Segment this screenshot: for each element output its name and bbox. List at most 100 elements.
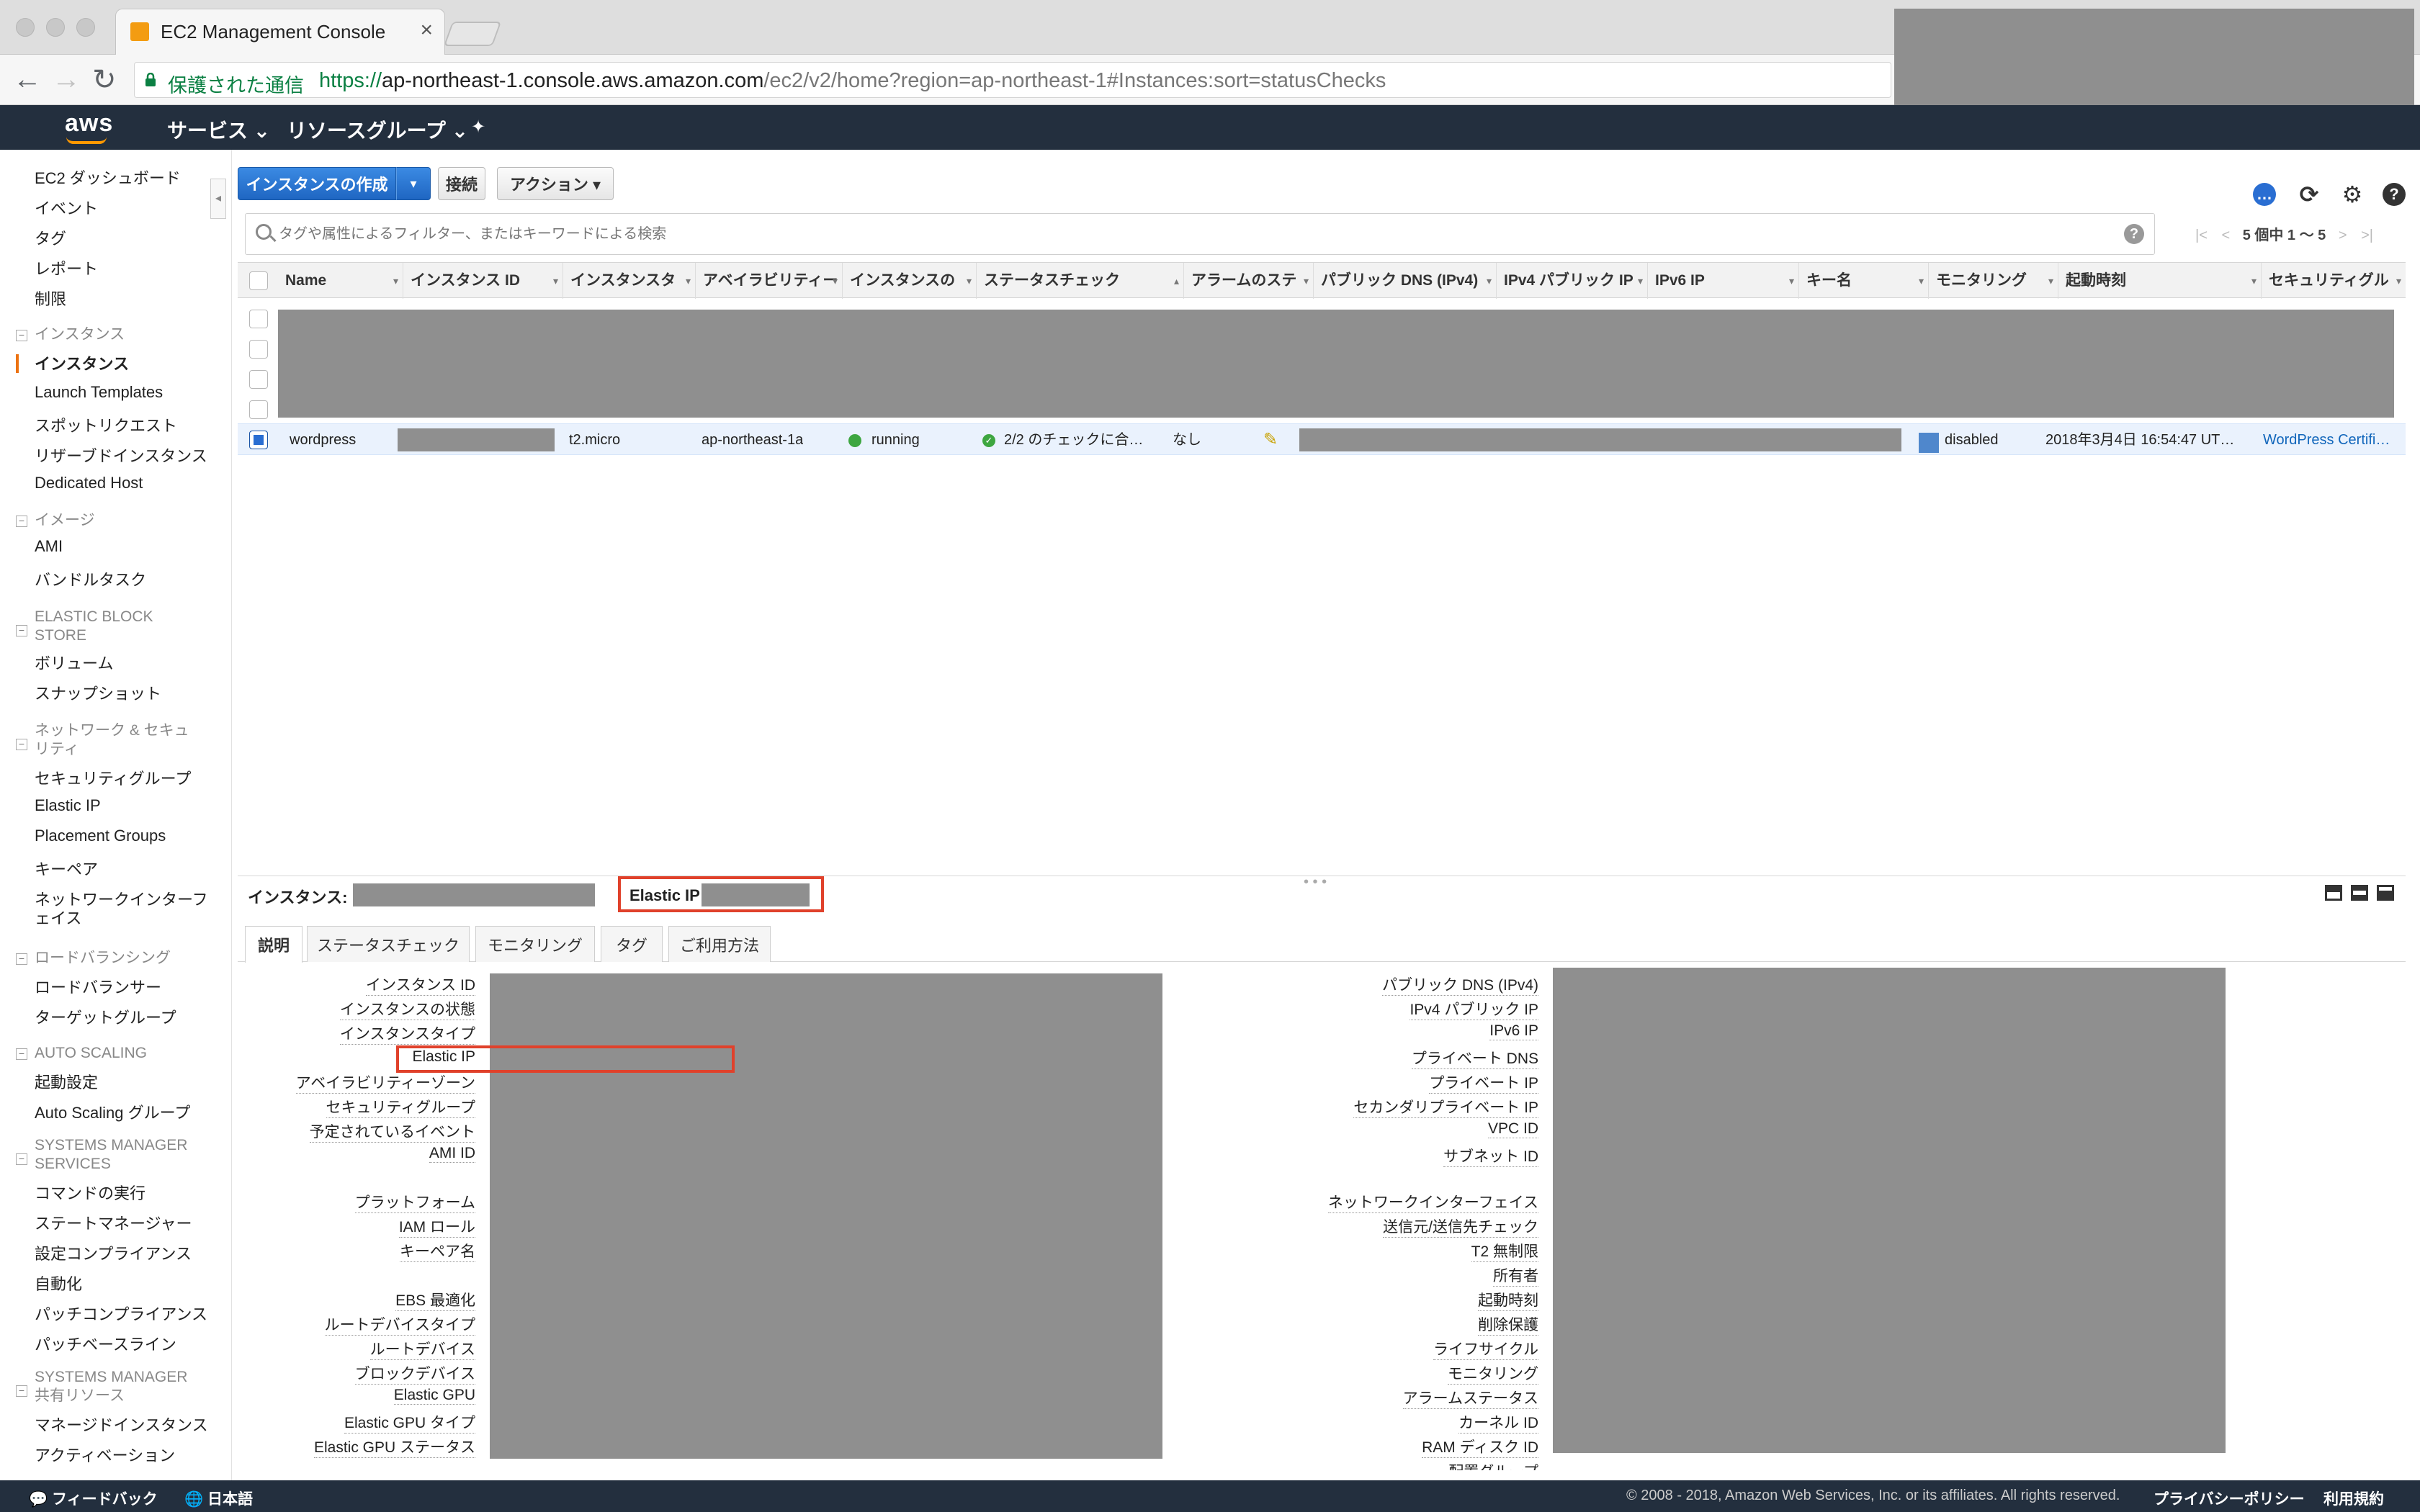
row-checkbox[interactable] bbox=[249, 340, 268, 359]
collapse-icon[interactable]: − bbox=[16, 516, 27, 527]
browser-tab[interactable]: EC2 Management Console × bbox=[115, 9, 445, 55]
sidebar-item-dedicated-host[interactable]: Dedicated Host bbox=[35, 474, 143, 492]
feedback-link[interactable]: 💬 フィードバック bbox=[29, 1488, 158, 1509]
sidebar-item-events[interactable]: イベント bbox=[35, 196, 98, 219]
sidebar-section-ebs-line2[interactable]: STORE bbox=[35, 626, 86, 645]
sidebar-section-auto-scaling[interactable]: AUTO SCALING bbox=[35, 1044, 147, 1063]
sidebar-section-network-line2[interactable]: リティ bbox=[35, 740, 79, 759]
collapse-icon[interactable]: − bbox=[16, 330, 27, 341]
sidebar-item-ec2-dashboard[interactable]: EC2 ダッシュボード bbox=[35, 166, 181, 189]
row-checkbox-checked[interactable] bbox=[249, 431, 268, 449]
collapse-icon[interactable]: − bbox=[16, 625, 27, 636]
sidebar-item-elastic-ip[interactable]: Elastic IP bbox=[35, 796, 101, 815]
sidebar-section-ssm-shared-line2[interactable]: 共有リソース bbox=[35, 1387, 125, 1405]
language-selector[interactable]: 🌐 日本語 bbox=[184, 1488, 253, 1509]
col-security-groups[interactable]: セキュリティグル ▾ bbox=[2262, 263, 2406, 299]
sidebar-item-launch-configurations[interactable]: 起動設定 bbox=[35, 1070, 98, 1093]
sidebar-item-ami[interactable]: AMI bbox=[35, 537, 63, 556]
privacy-policy-link[interactable]: プライバシーポリシー bbox=[2154, 1488, 2305, 1509]
col-launch-time[interactable]: 起動時刻 ▾ bbox=[2058, 263, 2262, 299]
help-icon[interactable]: ? bbox=[2383, 183, 2406, 206]
reload-icon[interactable]: ↻ bbox=[92, 63, 117, 96]
col-monitoring[interactable]: モニタリング ▾ bbox=[1929, 263, 2058, 299]
table-row-selected[interactable]: wordpress t2.micro ap-northeast-1a runni… bbox=[238, 423, 2406, 455]
filter-input[interactable] bbox=[277, 220, 2078, 248]
sidebar-section-load-balancing[interactable]: ロードバランシング bbox=[35, 949, 171, 968]
sidebar-section-ssm-line1[interactable]: SYSTEMS MANAGER bbox=[35, 1136, 187, 1155]
sidebar-item-activations[interactable]: アクティベーション bbox=[35, 1443, 175, 1466]
layout-split-icon[interactable] bbox=[2351, 885, 2368, 901]
tab-usage[interactable]: ご利用方法 bbox=[668, 926, 771, 962]
gear-icon[interactable]: ⚙ bbox=[2341, 181, 2364, 207]
sidebar-item-key-pairs[interactable]: キーペア bbox=[35, 857, 98, 880]
url-field[interactable]: 保護された通信 https://ap-northeast-1.console.a… bbox=[134, 62, 1891, 98]
layout-bottom-icon[interactable] bbox=[2325, 885, 2342, 901]
col-instance-id[interactable]: インスタンス ID ▾ bbox=[403, 263, 563, 299]
sidebar-item-instances[interactable]: インスタンス bbox=[35, 351, 129, 374]
sidebar-item-managed-instances[interactable]: マネージドインスタンス bbox=[35, 1413, 208, 1436]
sidebar-item-load-balancers[interactable]: ロードバランサー bbox=[35, 975, 161, 998]
launch-instance-button[interactable]: インスタンスの作成 bbox=[238, 167, 396, 200]
col-status-checks[interactable]: ステータスチェック ▴ bbox=[977, 263, 1184, 299]
col-alarm-status[interactable]: アラームのステ ▾ bbox=[1184, 263, 1314, 299]
cell-security-group-link[interactable]: WordPress Certifi… bbox=[2263, 424, 2404, 456]
back-icon[interactable]: ← bbox=[13, 63, 42, 96]
col-public-dns[interactable]: パブリック DNS (IPv4) ▾ bbox=[1314, 263, 1497, 299]
col-name[interactable]: Name ▾ bbox=[278, 263, 403, 299]
filter-help-icon[interactable]: ? bbox=[2124, 224, 2144, 244]
chat-icon[interactable]: … bbox=[2253, 183, 2276, 206]
sidebar-item-state-manager[interactable]: ステートマネージャー bbox=[35, 1211, 192, 1234]
tab-close-icon[interactable]: × bbox=[420, 18, 433, 42]
collapse-icon[interactable]: − bbox=[16, 739, 27, 750]
first-page-icon[interactable]: |< bbox=[2195, 228, 2208, 243]
sidebar-section-instances[interactable]: インスタンス bbox=[35, 325, 125, 344]
sidebar-item-run-command[interactable]: コマンドの実行 bbox=[35, 1181, 145, 1204]
sidebar-item-reports[interactable]: レポート bbox=[35, 256, 98, 279]
row-checkbox[interactable] bbox=[249, 310, 268, 328]
sidebar-item-tags[interactable]: タグ bbox=[35, 226, 66, 249]
sidebar-item-reserved-instances[interactable]: リザーブドインスタンス bbox=[35, 444, 207, 467]
last-page-icon[interactable]: >| bbox=[2361, 228, 2373, 243]
actions-button[interactable]: アクション ▾ bbox=[497, 167, 614, 200]
col-instance-type[interactable]: インスタンスタ ▾ bbox=[563, 263, 696, 299]
forward-icon[interactable]: → bbox=[52, 63, 81, 96]
sidebar-item-launch-templates[interactable]: Launch Templates bbox=[35, 383, 163, 402]
prev-page-icon[interactable]: < bbox=[2221, 228, 2230, 243]
refresh-icon[interactable]: ⟳ bbox=[2298, 181, 2321, 207]
sidebar-item-network-interfaces-cont[interactable]: ェイス bbox=[35, 906, 81, 929]
services-menu[interactable]: サービス ⌄ bbox=[167, 115, 270, 144]
col-public-ip[interactable]: IPv4 パブリック IP ▾ bbox=[1497, 263, 1648, 299]
create-alarm-icon[interactable]: ✎ bbox=[1263, 424, 1278, 456]
pin-icon[interactable]: ✦ bbox=[471, 117, 485, 138]
col-ipv6-ip[interactable]: IPv6 IP ▾ bbox=[1648, 263, 1799, 299]
col-key-name[interactable]: キー名 ▾ bbox=[1799, 263, 1929, 299]
sidebar-item-volumes[interactable]: ボリューム bbox=[35, 651, 113, 674]
sidebar-item-limits[interactable]: 制限 bbox=[35, 287, 66, 310]
sidebar-item-patch-baselines[interactable]: パッチベースライン bbox=[35, 1332, 176, 1355]
connect-button[interactable]: 接続 bbox=[438, 167, 485, 200]
collapse-icon[interactable]: − bbox=[16, 1048, 27, 1060]
sidebar-section-ebs-line1[interactable]: ELASTIC BLOCK bbox=[35, 608, 153, 626]
sidebar-item-security-groups[interactable]: セキュリティグループ bbox=[35, 766, 191, 789]
tab-monitoring[interactable]: モニタリング bbox=[475, 926, 595, 962]
tab-status-checks[interactable]: ステータスチェック bbox=[307, 926, 470, 962]
sidebar-item-placement-groups[interactable]: Placement Groups bbox=[35, 827, 166, 845]
collapse-icon[interactable]: − bbox=[16, 1153, 27, 1165]
sidebar-collapse-toggle[interactable]: ◂ bbox=[210, 179, 226, 219]
layout-top-icon[interactable] bbox=[2377, 885, 2394, 901]
sidebar-item-patch-compliance[interactable]: パッチコンプライアンス bbox=[35, 1302, 207, 1325]
window-zoom-button[interactable] bbox=[76, 18, 95, 37]
sidebar-item-spot-requests[interactable]: スポットリクエスト bbox=[35, 413, 177, 436]
col-instance-state[interactable]: インスタンスの ▾ bbox=[843, 263, 977, 299]
row-checkbox[interactable] bbox=[249, 370, 268, 389]
new-tab-button[interactable] bbox=[443, 22, 502, 46]
collapse-icon[interactable]: − bbox=[16, 1385, 27, 1397]
window-minimize-button[interactable] bbox=[46, 18, 65, 37]
terms-link[interactable]: 利用規約 bbox=[2323, 1488, 2384, 1509]
select-all-checkbox[interactable] bbox=[249, 271, 268, 290]
sidebar-item-bundle-tasks[interactable]: バンドルタスク bbox=[35, 567, 146, 590]
sidebar-item-automation[interactable]: 自動化 bbox=[35, 1272, 82, 1295]
sidebar-section-ssm-shared-line1[interactable]: SYSTEMS MANAGER bbox=[35, 1368, 187, 1387]
sidebar-section-images[interactable]: イメージ bbox=[35, 511, 95, 530]
sidebar-item-target-groups[interactable]: ターゲットグループ bbox=[35, 1005, 176, 1028]
